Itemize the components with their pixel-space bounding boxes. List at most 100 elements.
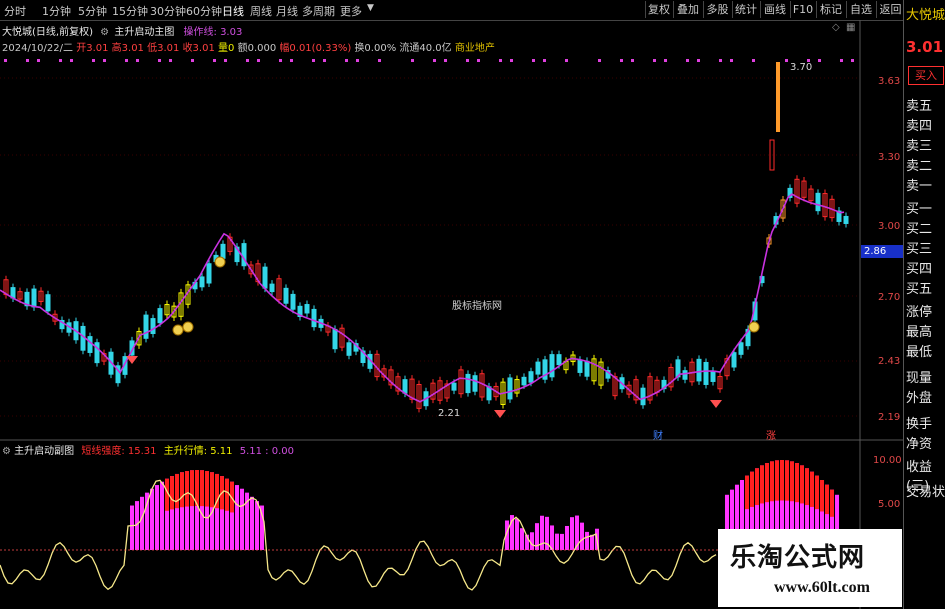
logo-name: 乐淘公式网 bbox=[730, 543, 866, 573]
candle-body bbox=[682, 370, 688, 380]
candle-body bbox=[332, 328, 338, 350]
signal-dot bbox=[532, 59, 535, 62]
logo-url: www.60lt.com bbox=[774, 579, 870, 596]
trend-bar bbox=[190, 470, 194, 507]
candle-body bbox=[143, 314, 149, 339]
candle-body bbox=[507, 377, 513, 400]
side-stock-name: 大悦城 bbox=[906, 8, 945, 23]
strength-bar bbox=[235, 485, 239, 550]
signal-dot bbox=[543, 59, 546, 62]
sub-settings-icon[interactable]: ⚙ bbox=[2, 446, 11, 457]
candle-body bbox=[528, 371, 534, 383]
trend-bar bbox=[750, 471, 754, 507]
stat-label: 现量 bbox=[906, 371, 933, 386]
stat-label: 最低 bbox=[906, 345, 933, 360]
signal-dot bbox=[598, 59, 601, 62]
signal-dot bbox=[697, 59, 700, 62]
signal-dot bbox=[59, 59, 62, 62]
signal-dot bbox=[213, 59, 216, 62]
candle-body bbox=[696, 358, 702, 382]
signal-dot bbox=[510, 59, 513, 62]
signal-dot bbox=[136, 59, 139, 62]
orderbook-label: 买四 bbox=[906, 262, 933, 277]
stat-label: 净资 bbox=[906, 437, 933, 452]
buy-button[interactable]: 买入 bbox=[908, 66, 944, 85]
watermark: 股标指标网 bbox=[452, 301, 502, 312]
trend-bar bbox=[830, 489, 834, 517]
signal-dot bbox=[785, 59, 788, 62]
trend-bar bbox=[170, 476, 174, 510]
strength-bar bbox=[590, 534, 594, 550]
orderbook-label: 卖一 bbox=[906, 179, 933, 194]
signal-dot bbox=[477, 59, 480, 62]
signal-dot bbox=[730, 59, 733, 62]
candle-body bbox=[451, 382, 457, 391]
event-label-finance[interactable]: 财 bbox=[653, 427, 663, 442]
trend-bar bbox=[795, 463, 799, 503]
trend-bar bbox=[210, 472, 214, 508]
strength-bar bbox=[555, 533, 559, 550]
signal-dot bbox=[224, 59, 227, 62]
strength-bar bbox=[560, 533, 564, 550]
main-trend-value: 主升行情: 5.11 bbox=[163, 446, 233, 457]
candle-body bbox=[731, 352, 737, 368]
strength-bar bbox=[150, 488, 154, 550]
orderbook-label: 买五 bbox=[906, 282, 933, 297]
candle-body bbox=[738, 342, 744, 355]
candle-body bbox=[465, 373, 471, 394]
signal-dot bbox=[411, 59, 414, 62]
y-tick-label: 2.70 bbox=[878, 292, 901, 303]
signal-dot bbox=[246, 59, 249, 62]
signal-dot bbox=[686, 59, 689, 62]
strength-bar bbox=[515, 518, 519, 550]
candle-body bbox=[283, 287, 289, 304]
trend-bar bbox=[185, 471, 189, 507]
signal-dot bbox=[26, 59, 29, 62]
signal-dot bbox=[818, 59, 821, 62]
strength-bar bbox=[155, 485, 159, 550]
candle-body bbox=[157, 308, 163, 324]
buy-arrow-icon bbox=[126, 356, 138, 364]
trend-bar bbox=[805, 468, 809, 506]
trend-bar bbox=[770, 461, 774, 502]
sub-extra-value: 5.11 : 0.00 bbox=[239, 446, 294, 457]
trend-bar bbox=[820, 480, 824, 512]
buy-arrow-icon bbox=[710, 400, 722, 408]
candle-body bbox=[220, 243, 226, 259]
signal-dot bbox=[92, 59, 95, 62]
trend-bar bbox=[815, 475, 819, 510]
candle-body bbox=[640, 387, 646, 406]
candle-body bbox=[206, 263, 212, 284]
candle-body bbox=[346, 342, 352, 356]
y-tick-label: 2.19 bbox=[878, 412, 901, 423]
trend-bar bbox=[785, 460, 789, 501]
signal-dot bbox=[620, 59, 623, 62]
signal-dot bbox=[433, 59, 436, 62]
candle-body bbox=[290, 293, 296, 310]
sub-indicator-name[interactable]: 主升启动副图 bbox=[14, 446, 74, 457]
site-logo[interactable]: 乐淘公式网 www.60lt.com bbox=[718, 529, 902, 607]
strength-bar bbox=[140, 496, 144, 550]
signal-dot bbox=[752, 59, 755, 62]
trend-bar bbox=[225, 478, 229, 511]
low-price-label: 2.21 bbox=[438, 408, 461, 419]
event-label-rise[interactable]: 涨 bbox=[766, 427, 776, 442]
candle-body bbox=[311, 308, 317, 328]
high-price-label: 3.70 bbox=[790, 62, 813, 73]
trend-bar bbox=[825, 484, 829, 515]
current-price-tag: 2.86 bbox=[861, 245, 906, 258]
y-tick-label: 3.30 bbox=[878, 152, 901, 163]
signal-dot bbox=[191, 59, 194, 62]
candle-body bbox=[843, 215, 849, 224]
candle-body bbox=[472, 375, 478, 392]
signal-dot bbox=[125, 59, 128, 62]
signal-dot bbox=[345, 59, 348, 62]
candle-body bbox=[549, 354, 555, 378]
candle-body bbox=[577, 359, 583, 373]
orderbook-label: 卖五 bbox=[906, 99, 933, 114]
strength-bar bbox=[240, 488, 244, 550]
signal-dot bbox=[499, 59, 502, 62]
orderbook-label: 买一 bbox=[906, 202, 933, 217]
orderbook-label: 买三 bbox=[906, 242, 933, 257]
candle-body bbox=[521, 376, 527, 386]
